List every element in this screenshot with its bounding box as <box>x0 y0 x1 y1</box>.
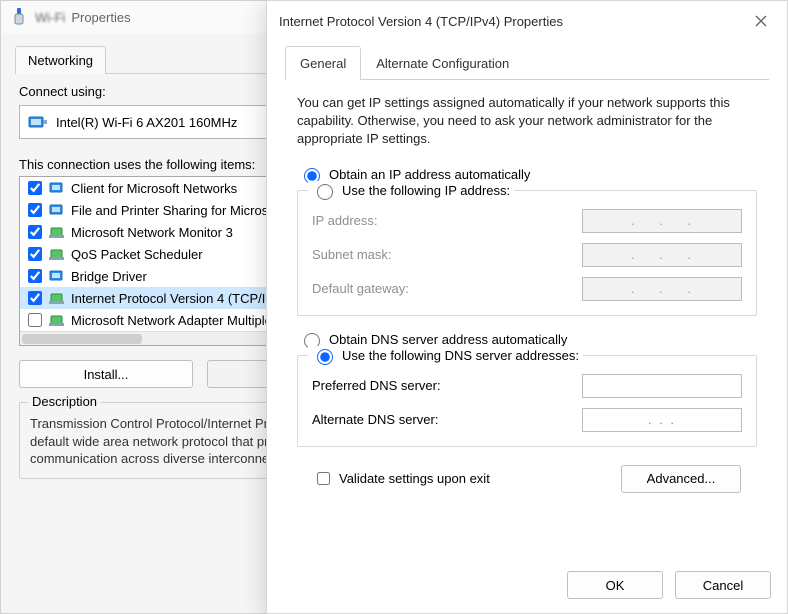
back-title-blurred: Wi-Fi <box>35 10 65 25</box>
subnet-mask-label: Subnet mask: <box>312 247 566 262</box>
preferred-dns-input[interactable] <box>582 374 742 398</box>
ip-grid: IP address: . . . Subnet mask: . . . Def… <box>312 209 742 301</box>
list-item-label: Client for Microsoft Networks <box>71 181 237 196</box>
list-item-label: Internet Protocol Version 4 (TCP/IPv4) <box>71 291 292 306</box>
list-item-checkbox[interactable] <box>28 313 42 327</box>
list-item-label: Microsoft Network Monitor 3 <box>71 225 233 240</box>
list-item-label: QoS Packet Scheduler <box>71 247 203 262</box>
scrollbar-thumb[interactable] <box>22 334 142 344</box>
dns-manual-radio-input[interactable] <box>317 349 333 365</box>
ip-manual-fieldset: Use the following IP address: IP address… <box>297 190 757 316</box>
ip-manual-legend[interactable]: Use the following IP address: <box>308 181 514 200</box>
back-title-suffix: Properties <box>71 10 130 25</box>
tab-networking[interactable]: Networking <box>15 46 106 74</box>
list-item-checkbox[interactable] <box>28 269 42 283</box>
list-item-label: Bridge Driver <box>71 269 147 284</box>
ok-button-label: OK <box>606 578 625 593</box>
alternate-dns-value: . . . <box>648 412 676 427</box>
validate-checkbox-row[interactable]: Validate settings upon exit <box>313 469 490 488</box>
protocol-icon <box>49 225 67 239</box>
front-tabstrip: General Alternate Configuration <box>285 45 769 80</box>
hint-text: You can get IP settings assigned automat… <box>297 94 757 149</box>
alternate-dns-input[interactable]: . . . <box>582 408 742 432</box>
cancel-button-label: Cancel <box>703 578 743 593</box>
ip-manual-radio-input[interactable] <box>317 184 333 200</box>
list-item-checkbox[interactable] <box>28 225 42 239</box>
validate-checkbox[interactable] <box>317 472 330 485</box>
protocol-icon <box>49 203 67 217</box>
ipv4-properties-dialog: Internet Protocol Version 4 (TCP/IPv4) P… <box>266 0 788 614</box>
dialog-button-row: OK Cancel <box>267 557 787 613</box>
tab-alt-label: Alternate Configuration <box>376 56 509 71</box>
list-item-checkbox[interactable] <box>28 247 42 261</box>
nic-icon <box>28 115 48 129</box>
list-item-checkbox[interactable] <box>28 291 42 305</box>
close-icon[interactable] <box>747 7 775 35</box>
dns-grid: Preferred DNS server: Alternate DNS serv… <box>312 374 742 432</box>
default-gateway-label: Default gateway: <box>312 281 566 296</box>
adapter-name: Intel(R) Wi-Fi 6 AX201 160MHz <box>56 115 237 130</box>
subnet-mask-input[interactable]: . . . <box>582 243 742 267</box>
ip-manual-label: Use the following IP address: <box>342 183 510 198</box>
tab-networking-label: Networking <box>28 53 93 68</box>
protocol-icon <box>49 291 67 305</box>
cancel-button[interactable]: Cancel <box>675 571 771 599</box>
tab-general-label: General <box>300 56 346 71</box>
general-pane: You can get IP settings assigned automat… <box>281 80 773 499</box>
protocol-icon <box>49 269 67 283</box>
list-item-label: Microsoft Network Adapter Multiplexor <box>71 313 290 328</box>
default-gateway-input[interactable]: . . . <box>582 277 742 301</box>
list-item-checkbox[interactable] <box>28 181 42 195</box>
protocol-icon <box>49 181 67 195</box>
tab-alternate-configuration[interactable]: Alternate Configuration <box>361 46 524 80</box>
preferred-dns-label: Preferred DNS server: <box>312 378 566 393</box>
dns-manual-label: Use the following DNS server addresses: <box>342 348 579 363</box>
dns-auto-label: Obtain DNS server address automatically <box>329 332 567 347</box>
advanced-button-label: Advanced... <box>647 471 716 486</box>
front-title: Internet Protocol Version 4 (TCP/IPv4) P… <box>279 14 563 29</box>
dns-manual-fieldset: Use the following DNS server addresses: … <box>297 355 757 447</box>
description-legend: Description <box>28 394 101 409</box>
adapter-title-icon <box>9 7 29 27</box>
bottom-row: Validate settings upon exit Advanced... <box>297 461 757 493</box>
tab-general[interactable]: General <box>285 46 361 80</box>
protocol-icon <box>49 313 67 327</box>
ip-address-label: IP address: <box>312 213 566 228</box>
ip-auto-label: Obtain an IP address automatically <box>329 167 530 182</box>
install-button[interactable]: Install... <box>19 360 193 388</box>
validate-label: Validate settings upon exit <box>339 471 490 486</box>
install-button-label: Install... <box>84 367 129 382</box>
alternate-dns-label: Alternate DNS server: <box>312 412 566 427</box>
list-item-checkbox[interactable] <box>28 203 42 217</box>
ok-button[interactable]: OK <box>567 571 663 599</box>
advanced-button[interactable]: Advanced... <box>621 465 741 493</box>
dns-manual-legend[interactable]: Use the following DNS server addresses: <box>308 346 583 365</box>
front-body: General Alternate Configuration You can … <box>267 41 787 557</box>
list-item-label: File and Printer Sharing for Microsoft <box>71 203 283 218</box>
connect-using-label: Connect using: <box>19 84 106 99</box>
ip-address-input[interactable]: . . . <box>582 209 742 233</box>
front-titlebar: Internet Protocol Version 4 (TCP/IPv4) P… <box>267 1 787 41</box>
protocol-icon <box>49 247 67 261</box>
